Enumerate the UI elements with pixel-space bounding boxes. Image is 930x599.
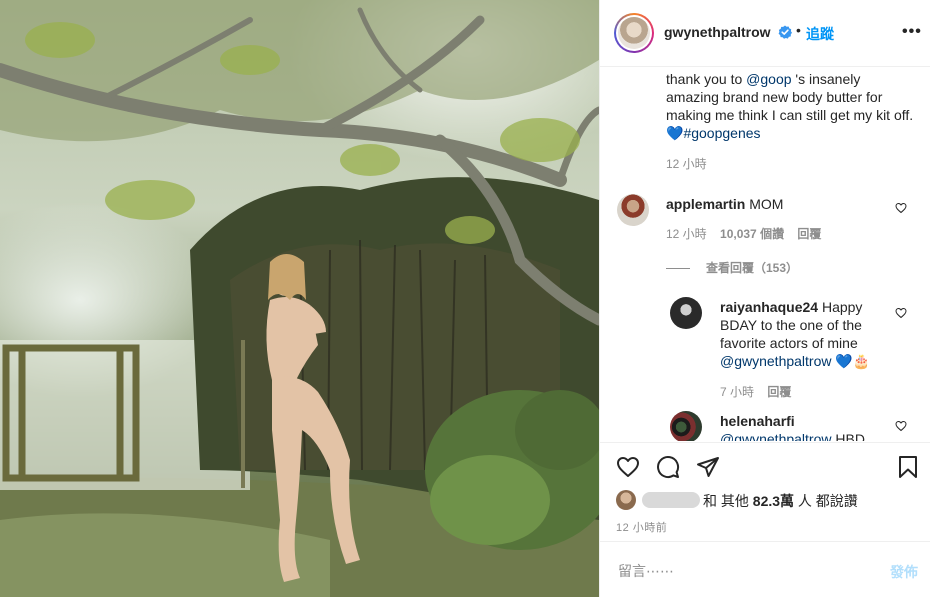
reply-meta: 7 小時 回覆 — [720, 383, 791, 400]
reply-reply-button[interactable]: 回覆 — [767, 385, 791, 399]
blurred-liker-name — [642, 492, 700, 508]
share-icon[interactable] — [696, 455, 720, 479]
reply-heart-icon[interactable] — [895, 307, 907, 319]
like-heart-icon[interactable] — [616, 455, 640, 479]
comment-time: 12 小時 — [666, 227, 707, 241]
comment-likes[interactable]: 10,037 個讚 — [720, 227, 784, 241]
post-header: gwynethpaltrow • 追蹤 ••• — [600, 0, 930, 67]
reply-raiyanhaque24: raiyanhaque24 Happy BDAY to the one of t… — [720, 299, 871, 369]
reply-username[interactable]: raiyanhaque24 — [720, 299, 818, 315]
author-username[interactable]: gwynethpaltrow — [664, 24, 771, 40]
comment-reply-button[interactable]: 回覆 — [797, 227, 821, 241]
post-photo-illustration — [0, 0, 599, 597]
reply-username[interactable]: helenaharfi — [720, 413, 795, 429]
likes-summary[interactable]: 和 其他 82.3萬 人 都說讚 — [616, 489, 916, 511]
comment-heart-icon[interactable] — [895, 202, 907, 214]
caption-hashtag[interactable]: #goopgenes — [683, 125, 760, 141]
reply-avatar-raiyanhaque24[interactable] — [670, 297, 702, 329]
post-caption: thank you to @goop 's insanely amazing b… — [666, 71, 914, 141]
comment-input[interactable] — [616, 560, 860, 582]
comment-username[interactable]: applemartin — [666, 196, 745, 212]
reply-avatar-helenaharfi[interactable] — [670, 411, 702, 441]
comment-icon[interactable] — [656, 455, 680, 479]
likes-count[interactable]: 82.3萬 — [753, 493, 794, 509]
view-replies-button[interactable]: 查看回覆（153） — [666, 259, 798, 276]
reply-mention[interactable]: @gwynethpaltrow — [720, 353, 832, 369]
reply-helenaharfi: helenaharfi @gwynethpaltrow HBD — [720, 412, 890, 441]
comment-composer: 發佈 — [600, 541, 930, 599]
post-side-panel: gwynethpaltrow • 追蹤 ••• thank you to @go… — [599, 0, 930, 597]
post-timestamp: 12 小時前 — [616, 522, 668, 534]
comment-applemartin: applemartin MOM — [666, 196, 784, 212]
likes-text: 和 其他 82.3萬 人 都說讚 — [703, 493, 858, 509]
blue-heart-emoji: 💙 — [666, 125, 684, 141]
separator-dot: • — [796, 22, 801, 38]
caption-time: 12 小時 — [666, 157, 707, 171]
more-icon[interactable]: ••• — [902, 24, 922, 40]
caption-mention[interactable]: @goop — [746, 71, 791, 87]
reply-heart-icon[interactable] — [895, 420, 907, 432]
comment-avatar-applemartin[interactable] — [617, 194, 649, 226]
comment-meta: 12 小時 10,037 個讚 回覆 — [666, 225, 821, 242]
liker-avatar — [616, 490, 636, 510]
reply-mention[interactable]: @gwynethpaltrow — [720, 431, 832, 441]
reply-time: 7 小時 — [720, 385, 755, 399]
follow-button[interactable]: 追蹤 — [806, 24, 834, 44]
post-photo[interactable] — [0, 0, 599, 597]
verified-badge-icon — [778, 25, 792, 39]
comments-list[interactable]: thank you to @goop 's insanely amazing b… — [600, 67, 930, 441]
post-actions: 和 其他 82.3萬 人 都說讚 12 小時前 發佈 — [600, 442, 930, 593]
post-comment-button[interactable]: 發佈 — [890, 562, 918, 582]
bookmark-icon[interactable] — [896, 455, 920, 479]
author-avatar[interactable] — [614, 13, 654, 53]
